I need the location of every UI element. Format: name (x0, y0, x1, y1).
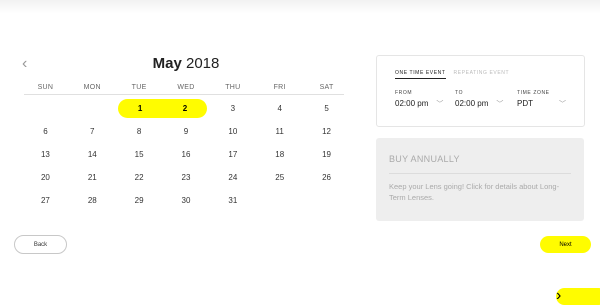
from-time-select[interactable]: FROM 02:00 pm ﹀ (395, 90, 443, 109)
from-value: 02:00 pm (395, 99, 429, 108)
calendar-day[interactable]: 29 (116, 189, 163, 212)
calendar-day[interactable]: 28 (69, 189, 116, 212)
calendar-day[interactable]: 31 (209, 189, 256, 212)
event-type-tabs: ONE TIME EVENT REPEATING EVENT (395, 70, 509, 79)
calendar-day[interactable]: 24 (209, 166, 256, 189)
calendar-day[interactable]: 19 (303, 143, 350, 166)
day-of-week-label: TUE (131, 84, 147, 91)
calendar-day[interactable]: 17 (209, 143, 256, 166)
calendar-day[interactable]: 3 (209, 97, 256, 120)
to-label: TO (455, 90, 464, 96)
empty-day-cell (303, 189, 350, 212)
calendar-day[interactable]: 23 (163, 166, 210, 189)
chevron-down-icon: ﹀ (496, 101, 504, 108)
calendar-day[interactable]: 6 (22, 120, 69, 143)
month-name: May (152, 55, 182, 72)
calendar-day[interactable]: 18 (256, 143, 303, 166)
calendar-day[interactable]: 11 (256, 120, 303, 143)
to-time-select[interactable]: TO 02:00 pm ﹀ (455, 90, 503, 109)
days-of-week-header: SUN MON TUE WED THU FRI SAT (22, 84, 350, 91)
calendar-day[interactable]: 27 (22, 189, 69, 212)
from-label: FROM (395, 90, 413, 96)
back-button[interactable]: Back (14, 235, 67, 254)
chevron-down-icon: ﹀ (436, 101, 444, 108)
calendar-day[interactable]: 14 (69, 143, 116, 166)
next-month-chevron-icon[interactable]: › (556, 288, 600, 305)
calendar-day[interactable]: 26 (303, 166, 350, 189)
year: 2018 (185, 55, 220, 72)
tab-one-time-event[interactable]: ONE TIME EVENT (395, 70, 446, 79)
tab-repeating-event[interactable]: REPEATING EVENT (454, 70, 510, 79)
day-of-week-label: MON (83, 84, 101, 91)
calendar-day[interactable]: 30 (163, 189, 210, 212)
calendar-day[interactable]: 13 (22, 143, 69, 166)
day-of-week-label: WED (177, 84, 195, 91)
time-zone-label: TIME ZONE (517, 90, 550, 96)
event-time-panel: ONE TIME EVENT REPEATING EVENT FROM 02:0… (376, 55, 585, 127)
calendar-day[interactable]: 2 (162, 99, 208, 118)
day-grid: 1 2 3 4 5 6 7 8 9 10 11 12 13 14 15 16 17 18 19 20 21 22 23 24 2… (22, 97, 350, 212)
divider (24, 94, 344, 95)
day-of-week-label: FRI (273, 84, 286, 91)
calendar-day[interactable]: 10 (209, 120, 256, 143)
day-of-week-label: SAT (319, 84, 334, 91)
calendar-day[interactable]: 7 (69, 120, 116, 143)
chevron-down-icon: ﹀ (559, 101, 566, 108)
empty-day-cell (256, 189, 303, 212)
empty-day-cell (69, 97, 116, 120)
to-value: 02:00 pm (455, 99, 489, 108)
buy-annually-text: Keep your Lens going! Click for details … (389, 182, 560, 202)
empty-day-cell (22, 97, 69, 120)
calendar-day[interactable]: 21 (69, 166, 116, 189)
next-button[interactable]: Next (540, 236, 591, 253)
calendar-day[interactable]: 9 (163, 120, 210, 143)
calendar-day[interactable]: 4 (256, 97, 303, 120)
calendar-day[interactable]: 5 (303, 97, 350, 120)
time-zone-value: PDT (517, 99, 533, 108)
day-of-week-label: THU (225, 84, 241, 91)
calendar-day[interactable]: 1 (117, 99, 163, 118)
calendar-day[interactable]: 8 (116, 120, 163, 143)
calendar-day[interactable]: 25 (256, 166, 303, 189)
calendar-day[interactable]: 12 (303, 120, 350, 143)
day-of-week-label: SUN (37, 84, 54, 91)
buy-annually-heading: BUY ANNUALLY (389, 154, 460, 164)
time-zone-select[interactable]: TIME ZONE PDT ﹀ (517, 90, 566, 109)
calendar-day[interactable]: 22 (116, 166, 163, 189)
divider (389, 173, 571, 174)
calendar-day[interactable]: 15 (116, 143, 163, 166)
calendar-day[interactable]: 16 (163, 143, 210, 166)
month-title: May 2018 (16, 55, 356, 72)
calendar-day[interactable]: 20 (22, 166, 69, 189)
top-shadow (0, 0, 600, 14)
buy-annually-card[interactable]: BUY ANNUALLY Keep your Lens going! Click… (376, 138, 584, 221)
